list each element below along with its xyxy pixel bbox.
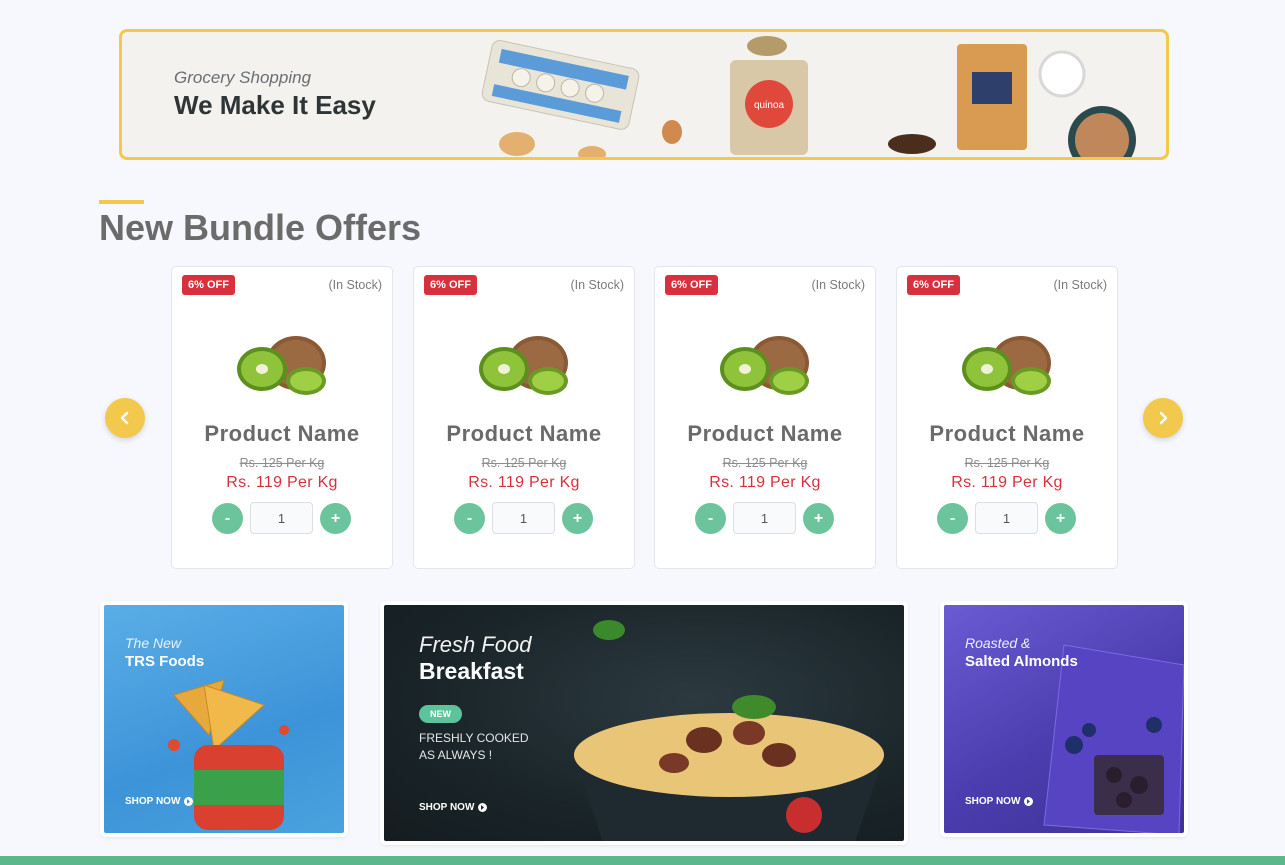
original-price: Rs. 125 Per Kg [722,456,808,470]
banner-subtitle: Grocery Shopping [174,68,312,87]
decrease-quantity-button[interactable]: - [695,503,726,534]
chips-salsa-image [168,679,289,830]
promo-subtitle: The New [125,635,182,651]
promo-title: Breakfast [419,658,524,684]
original-price: Rs. 125 Per Kg [964,456,1050,470]
original-price: Rs. 125 Per Kg [481,456,567,470]
product-card[interactable]: 6% OFF (In Stock) Product Name Rs. 125 P… [654,266,876,569]
pasta-bowl-image [574,695,884,841]
increase-quantity-button[interactable]: + [803,503,834,534]
quantity-stepper: - + [454,501,596,535]
discount-badge: 6% OFF [907,275,960,295]
discount-badge: 6% OFF [424,275,477,295]
shop-now-link[interactable]: SHOP NOW [965,796,1034,807]
arrow-circle-icon [478,803,488,812]
sale-price: Rs. 119 Per Kg [951,474,1063,491]
basil-leaf-icon [593,620,625,640]
chevron-right-icon [1159,411,1168,425]
section-accent-bar [99,200,144,204]
new-badge: NEW [419,705,462,723]
quantity-stepper: - + [695,501,837,535]
chevron-left-icon [120,411,129,425]
banner-title: We Make It Easy [174,90,376,120]
promo-subtitle: Roasted & [965,635,1031,651]
quantity-stepper: - + [212,501,354,535]
product-name[interactable]: Product Name [655,421,875,447]
arrow-circle-icon [1024,797,1034,806]
hero-banner[interactable]: Grocery Shopping We Make It Easy quinoa [119,29,1169,160]
product-card[interactable]: 6% OFF (In Stock) Product Name Rs. 125 P… [171,266,393,569]
arrow-circle-icon [184,797,194,806]
carousel-next-button[interactable] [1143,398,1183,438]
increase-quantity-button[interactable]: + [320,503,351,534]
section-title: New Bundle Offers [99,207,422,248]
stock-status: (In Stock) [1053,278,1108,292]
quantity-input[interactable] [250,502,313,534]
increase-quantity-button[interactable]: + [1045,503,1076,534]
promo-tagline-1: FRESHLY COOKED [419,731,529,745]
increase-quantity-button[interactable]: + [562,503,593,534]
quantity-input[interactable] [733,502,796,534]
kiwi-image [962,336,1051,395]
product-card[interactable]: 6% OFF (In Stock) Product Name Rs. 125 P… [413,266,635,569]
decrease-quantity-button[interactable]: - [454,503,485,534]
shop-now-label: SHOP NOW [965,796,1021,807]
shop-now-link[interactable]: SHOP NOW [419,802,488,813]
stock-status: (In Stock) [811,278,866,292]
kiwi-image [720,336,809,395]
footer-bar [0,856,1285,865]
decrease-quantity-button[interactable]: - [937,503,968,534]
promo-tagline-2: AS ALWAYS ! [419,748,493,762]
product-name[interactable]: Product Name [172,421,392,447]
shop-now-label: SHOP NOW [419,802,475,813]
promo-banner-almonds[interactable]: Roasted & Salted Almonds SHOP NOW [940,601,1188,837]
product-card[interactable]: 6% OFF (In Stock) Product Name Rs. 125 P… [896,266,1118,569]
shop-now-label: SHOP NOW [125,796,181,807]
sale-price: Rs. 119 Per Kg [226,474,338,491]
discount-badge: 6% OFF [665,275,718,295]
promo-banner-breakfast[interactable]: Fresh Food Breakfast NEW FRESHLY COOKED … [380,601,908,845]
carousel-prev-button[interactable] [105,398,145,438]
promo-subtitle: Fresh Food [419,632,532,657]
stock-status: (In Stock) [328,278,383,292]
product-name[interactable]: Product Name [897,421,1117,447]
kiwi-image [237,336,326,395]
shop-now-link[interactable]: SHOP NOW [125,796,194,807]
quantity-input[interactable] [492,502,555,534]
promo-banner-trs-foods[interactable]: The New TRS Foods SHOP NOW [100,601,348,837]
stock-status: (In Stock) [570,278,625,292]
quinoa-label: quinoa [754,100,784,111]
promo-title: Salted Almonds [965,653,1078,670]
decrease-quantity-button[interactable]: - [212,503,243,534]
promo-title: TRS Foods [125,653,205,670]
banner-grocery-image: quinoa [481,36,1136,157]
quantity-input[interactable] [975,502,1038,534]
sale-price: Rs. 119 Per Kg [468,474,580,491]
original-price: Rs. 125 Per Kg [239,456,325,470]
sale-price: Rs. 119 Per Kg [709,474,821,491]
discount-badge: 6% OFF [182,275,235,295]
product-name[interactable]: Product Name [414,421,634,447]
kiwi-image [479,336,568,395]
quantity-stepper: - + [937,501,1079,535]
